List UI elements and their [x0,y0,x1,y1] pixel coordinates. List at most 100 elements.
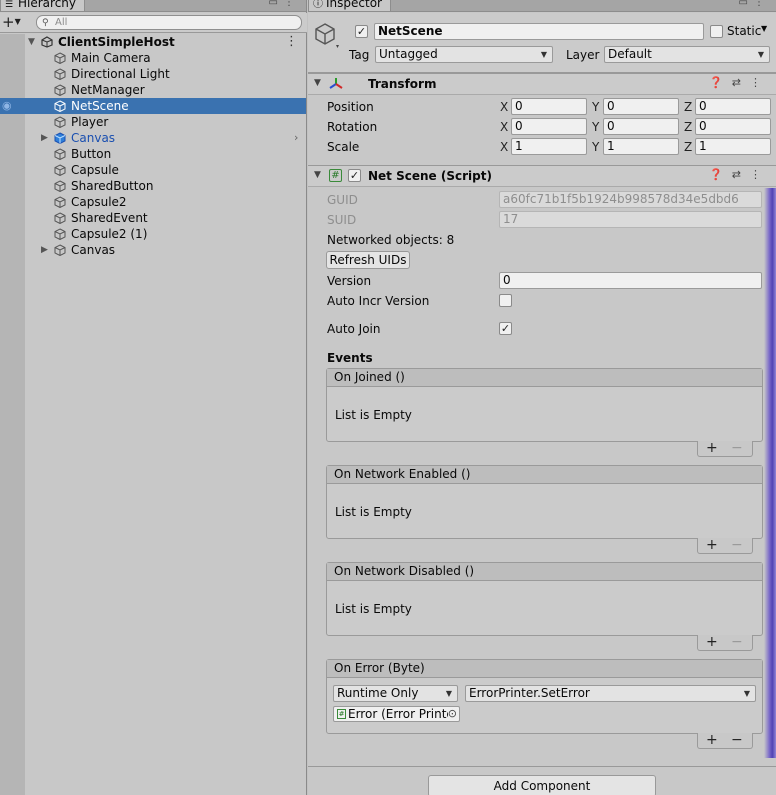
list-icon: ☰ [5,0,14,10]
rotation-y-field[interactable]: 0 [603,118,679,135]
position-z-field[interactable]: 0 [695,98,771,115]
inspector-tab[interactable]: ⓘ Inspector [308,0,391,12]
preset-icon[interactable]: ⇄ [732,76,750,89]
hierarchy-item[interactable]: Main Camera [0,50,306,66]
event-title: On Network Enabled () [327,466,762,484]
gameobject-icon [54,244,66,256]
guid-field: a60fc71b1f5b1924b998578d34e5dbd6 [499,191,762,208]
add-listener-button[interactable]: + [706,635,718,649]
open-prefab-icon[interactable]: › [294,130,298,146]
hierarchy-item-label: Main Camera [71,51,151,65]
hierarchy-item[interactable]: Player [0,114,306,130]
auto-incr-checkbox[interactable] [499,294,512,307]
add-component-button[interactable]: Add Component [428,775,656,795]
transform-header[interactable]: ▼ Transform ❓⇄⋮ [308,73,776,95]
scale-y-field[interactable]: 1 [603,138,679,155]
more-icon[interactable]: ⋮ [750,168,770,181]
search-input[interactable]: ⚲ All [36,15,302,30]
hierarchy-item[interactable]: SharedButton [0,178,306,194]
hierarchy-item-label: Capsule [71,163,119,177]
rotation-x-field[interactable]: 0 [511,118,587,135]
hierarchy-item[interactable]: Capsule2 (1) [0,226,306,242]
chevron-down-icon: ▼ [743,689,750,698]
runtime-mode-dropdown[interactable]: Runtime Only ▼ [333,685,458,702]
hierarchy-toolbar: +▼ ⚲ All [0,13,307,33]
event-on-network-enabled: On Network Enabled () List is Empty [326,465,763,539]
static-dropdown-icon[interactable]: ▼ [761,24,767,33]
visibility-icon[interactable]: ◉ [2,98,12,114]
hierarchy-item[interactable]: NetManager [0,82,306,98]
scale-z-field[interactable]: 1 [695,138,771,155]
expand-arrow-icon[interactable]: ▶ [41,130,48,146]
lock-icon[interactable]: ▭ [739,0,754,8]
event-on-error: On Error (Byte) Runtime Only ▼ ErrorPrint… [326,659,763,734]
gameobject-icon [54,100,66,112]
hierarchy-item-selected[interactable]: ◉ NetScene [0,98,306,114]
event-title: On Network Disabled () [327,563,762,581]
create-dropdown[interactable]: +▼ [2,14,21,30]
more-icon[interactable]: ⋮ [750,76,770,89]
gameobject-icon [54,52,66,64]
preset-icon[interactable]: ⇄ [732,168,750,181]
add-listener-button[interactable]: + [706,441,718,455]
expand-arrow-icon[interactable]: ▶ [41,242,48,258]
transform-icon [329,78,343,89]
event-title: On Error (Byte) [327,660,762,678]
fold-arrow-icon[interactable]: ▼ [314,78,321,88]
object-picker-icon[interactable]: ⊙ [447,707,457,721]
help-icon[interactable]: ❓ [709,168,732,181]
hierarchy-item[interactable]: Capsule2 [0,194,306,210]
scene-row[interactable]: ▼ ClientSimpleHost ⋮ [0,34,306,50]
remove-listener-button[interactable]: − [731,733,743,747]
active-checkbox[interactable]: ✓ [355,25,368,38]
scrollbar[interactable] [764,188,776,758]
event-empty-text: List is Empty [335,505,412,519]
add-listener-button[interactable]: + [706,733,718,747]
function-value: ErrorPrinter.SetError [469,686,590,700]
hierarchy-item[interactable]: Directional Light [0,66,306,82]
hierarchy-item-label: Capsule2 (1) [71,227,148,241]
hierarchy-tab-label: Hierarchy [18,0,77,10]
expand-arrow-icon[interactable]: ▼ [28,34,35,50]
chevron-down-icon: ▼ [14,17,21,26]
target-object-field[interactable]: # Error (Error Printe ⊙ [333,706,460,722]
suid-label: SUID [327,213,357,227]
hierarchy-tab[interactable]: ☰ Hierarchy [0,0,86,12]
hierarchy-item[interactable]: ▶ Canvas [0,242,306,258]
script-enabled-checkbox[interactable]: ✓ [348,169,361,182]
position-x-field[interactable]: 0 [511,98,587,115]
function-dropdown[interactable]: ErrorPrinter.SetError ▼ [465,685,756,702]
position-y-field[interactable]: 0 [603,98,679,115]
refresh-uids-button[interactable]: Refresh UIDs [326,251,410,269]
script-icon: # [329,169,342,182]
remove-listener-button[interactable]: − [731,635,743,649]
object-name-field[interactable]: NetScene [374,23,704,40]
remove-listener-button[interactable]: − [731,538,743,552]
scene-menu-icon[interactable]: ⋮ [285,34,298,50]
hierarchy-item[interactable]: Capsule [0,162,306,178]
chevron-down-icon: ▼ [757,50,764,59]
inspector-tabbar: ⓘ Inspector ▭⋮ [308,0,776,12]
add-listener-button[interactable]: + [706,538,718,552]
more-icon[interactable]: ⋮ [284,0,300,8]
static-checkbox[interactable] [710,25,723,38]
event-list-controls: + − [697,441,753,457]
layer-dropdown[interactable]: Default ▼ [604,46,770,63]
tag-dropdown[interactable]: Untagged ▼ [375,46,553,63]
rotation-z-field[interactable]: 0 [695,118,771,135]
remove-listener-button[interactable]: − [731,441,743,455]
fold-arrow-icon[interactable]: ▼ [314,170,321,180]
layer-label: Layer [566,48,600,62]
hierarchy-item[interactable]: SharedEvent [0,210,306,226]
hierarchy-item-label: Capsule2 [71,195,127,209]
auto-join-checkbox[interactable]: ✓ [499,322,512,335]
script-header[interactable]: ▼ # ✓ Net Scene (Script) ❓⇄⋮ [308,165,776,187]
help-icon[interactable]: ❓ [709,76,732,89]
more-icon[interactable]: ⋮ [754,0,770,8]
hierarchy-item[interactable]: Button [0,146,306,162]
gameobject-large-icon[interactable] [314,21,340,51]
version-field[interactable]: 0 [499,272,762,289]
hierarchy-item-prefab[interactable]: ▶ Canvas › [0,130,306,146]
lock-icon[interactable]: ▭ [269,0,284,8]
scale-x-field[interactable]: 1 [511,138,587,155]
